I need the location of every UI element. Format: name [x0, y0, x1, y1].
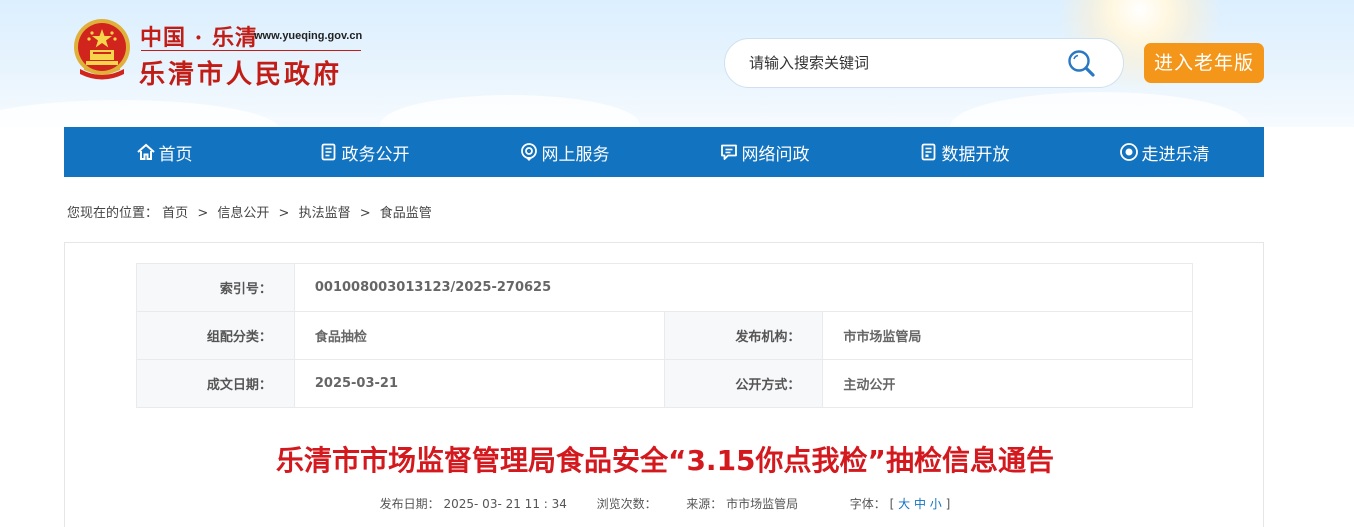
article-title: 乐清市市场监督管理局食品安全“3.15你点我检”抽检信息通告: [276, 444, 1054, 477]
article-info-bar: 发布日期： 2025- 03- 21 11 : 34 浏览次数： 来源： 市市场…: [65, 495, 1265, 512]
meta-key-mode: 公开方式：: [663, 359, 824, 408]
breadcrumb-separator: >: [359, 206, 371, 221]
nav-item-online-inquiry[interactable]: 网络问政: [664, 127, 864, 177]
header-divider: [141, 50, 361, 51]
meta-key-publisher: 发布机构：: [663, 311, 824, 360]
font-size-large-button[interactable]: 大: [898, 497, 910, 511]
meta-value-category: 食品抽检: [293, 311, 665, 360]
table-row: 组配分类： 食品抽检 发布机构： 市市场监管局: [136, 311, 1193, 360]
nav-item-label: 政务公开: [341, 144, 410, 165]
meta-value-mode: 主动公开: [822, 359, 1193, 408]
nav-item-open-data[interactable]: 数据开放: [864, 127, 1064, 177]
nav-item-home[interactable]: 首页: [64, 127, 264, 177]
site-name[interactable]: 乐清市人民政府: [139, 54, 342, 91]
article-container: 索引号： 001008003013123/2025-270625 组配分类： 食…: [64, 242, 1264, 527]
search-box: [724, 38, 1124, 88]
breadcrumb-separator: >: [278, 206, 290, 221]
cloud-decoration: [380, 95, 640, 127]
meta-key-category: 组配分类：: [136, 311, 295, 360]
breadcrumb-item-enforcement[interactable]: 执法监督: [299, 206, 351, 221]
nav-item-label: 走进乐清: [1141, 144, 1210, 165]
document-icon: [321, 143, 335, 161]
view-count-label: 浏览次数：: [596, 497, 657, 511]
nav-item-about-yueqing[interactable]: 走进乐清: [1064, 127, 1264, 177]
font-size-medium-button[interactable]: 中: [914, 497, 926, 511]
nav-item-label: 网上服务: [541, 144, 610, 165]
breadcrumb-item-food[interactable]: 食品监管: [380, 206, 432, 221]
table-row: 成文日期： 2025-03-21 公开方式： 主动公开: [136, 359, 1193, 408]
breadcrumb: 您现在的位置： 首页 > 信息公开 > 执法监督 > 食品监管: [67, 202, 432, 221]
source-label: 来源：: [686, 497, 723, 511]
nav-item-gov-affairs[interactable]: 政务公开: [264, 127, 464, 177]
nav-item-label: 首页: [158, 144, 193, 165]
breadcrumb-separator: >: [197, 206, 209, 221]
publish-date-value: 2025- 03- 21 11 : 34: [443, 497, 567, 511]
meta-value-index: 001008003013123/2025-270625: [293, 263, 1194, 312]
table-row: 索引号： 001008003013123/2025-270625: [136, 263, 1194, 312]
meta-key-index: 索引号：: [136, 263, 295, 312]
site-url: www.yueqing.gov.cn: [254, 30, 363, 42]
publish-date-label: 发布日期：: [379, 497, 440, 511]
meta-value-date: 2025-03-21: [293, 359, 665, 408]
search-icon[interactable]: [1065, 47, 1099, 81]
breadcrumb-prefix: 您现在的位置：: [67, 206, 159, 221]
font-size-bracket-open: [: [889, 497, 895, 511]
nav-item-label: 数据开放: [941, 144, 1010, 165]
font-size-bracket-close: ]: [945, 497, 951, 511]
nav-item-label: 网络问政: [741, 144, 810, 165]
eye-icon: [1119, 143, 1138, 161]
elder-mode-button[interactable]: 进入老年版: [1144, 43, 1264, 83]
location-icon: [520, 143, 537, 161]
source-value: 市市场监管局: [726, 497, 799, 511]
site-header: 中国 · 乐清 www.yueqing.gov.cn 乐清市人民政府 进入老年版: [0, 0, 1354, 127]
font-size-small-button[interactable]: 小: [930, 497, 942, 511]
home-icon: [136, 143, 155, 160]
nav-item-online-services[interactable]: 网上服务: [464, 127, 664, 177]
font-size-label: 字体：: [849, 497, 886, 511]
breadcrumb-item-info[interactable]: 信息公开: [217, 206, 269, 221]
chat-icon: [720, 144, 737, 160]
meta-value-publisher: 市市场监管局: [822, 311, 1193, 360]
document-meta-table: 索引号： 001008003013123/2025-270625 组配分类： 食…: [136, 263, 1194, 408]
data-icon: [921, 143, 935, 161]
main-nav: 首页 政务公开 网上服务 网络问政 数据开放 走进乐清: [64, 127, 1264, 177]
cloud-decoration: [0, 100, 280, 127]
meta-key-date: 成文日期：: [136, 359, 295, 408]
search-input[interactable]: [749, 51, 1059, 75]
national-emblem-icon: [74, 19, 130, 80]
site-country-label: 中国 · 乐清: [140, 25, 258, 51]
cloud-decoration: [950, 92, 1250, 127]
breadcrumb-item-home[interactable]: 首页: [162, 206, 188, 221]
